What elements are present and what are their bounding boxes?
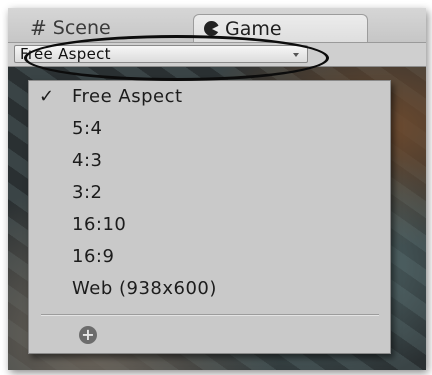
unity-editor-window: # Scene Game Free Aspect ✓ Free Aspect 5… [8, 8, 426, 370]
tab-scene-label: Scene [52, 17, 111, 39]
game-controller-icon [204, 21, 220, 36]
menu-item-label: Web (938x600) [72, 277, 217, 299]
menu-item-3-2[interactable]: 3:2 [29, 177, 390, 207]
menu-item-label: Free Aspect [72, 85, 183, 107]
menu-item-label: 16:10 [72, 213, 127, 235]
plus-circle-icon[interactable]: + [79, 326, 97, 344]
menu-item-16-9[interactable]: 16:9 [29, 241, 390, 271]
menu-divider [41, 314, 379, 316]
menu-item-16-10[interactable]: 16:10 [29, 209, 390, 239]
menu-item-free-aspect[interactable]: ✓ Free Aspect [29, 81, 390, 111]
tab-game[interactable]: Game [193, 14, 368, 42]
tab-bar: # Scene Game [8, 8, 426, 43]
tab-scene[interactable]: # Scene [20, 14, 180, 42]
check-icon: ✓ [39, 85, 55, 107]
chevron-down-icon [293, 53, 299, 57]
hash-icon: # [30, 16, 47, 40]
aspect-ratio-selected: Free Aspect [20, 45, 111, 63]
menu-item-label: 3:2 [72, 181, 103, 203]
game-toolbar: Free Aspect [8, 43, 426, 67]
aspect-ratio-menu: ✓ Free Aspect 5:4 4:3 3:2 16:10 16:9 Web… [28, 80, 391, 354]
menu-item-5-4[interactable]: 5:4 [29, 113, 390, 143]
menu-item-4-3[interactable]: 4:3 [29, 145, 390, 175]
menu-item-label: 16:9 [72, 245, 115, 267]
menu-item-label: 5:4 [72, 117, 103, 139]
aspect-ratio-dropdown[interactable]: Free Aspect [14, 45, 308, 63]
menu-item-web[interactable]: Web (938x600) [29, 273, 390, 303]
menu-item-label: 4:3 [72, 149, 103, 171]
tab-game-label: Game [225, 17, 282, 40]
